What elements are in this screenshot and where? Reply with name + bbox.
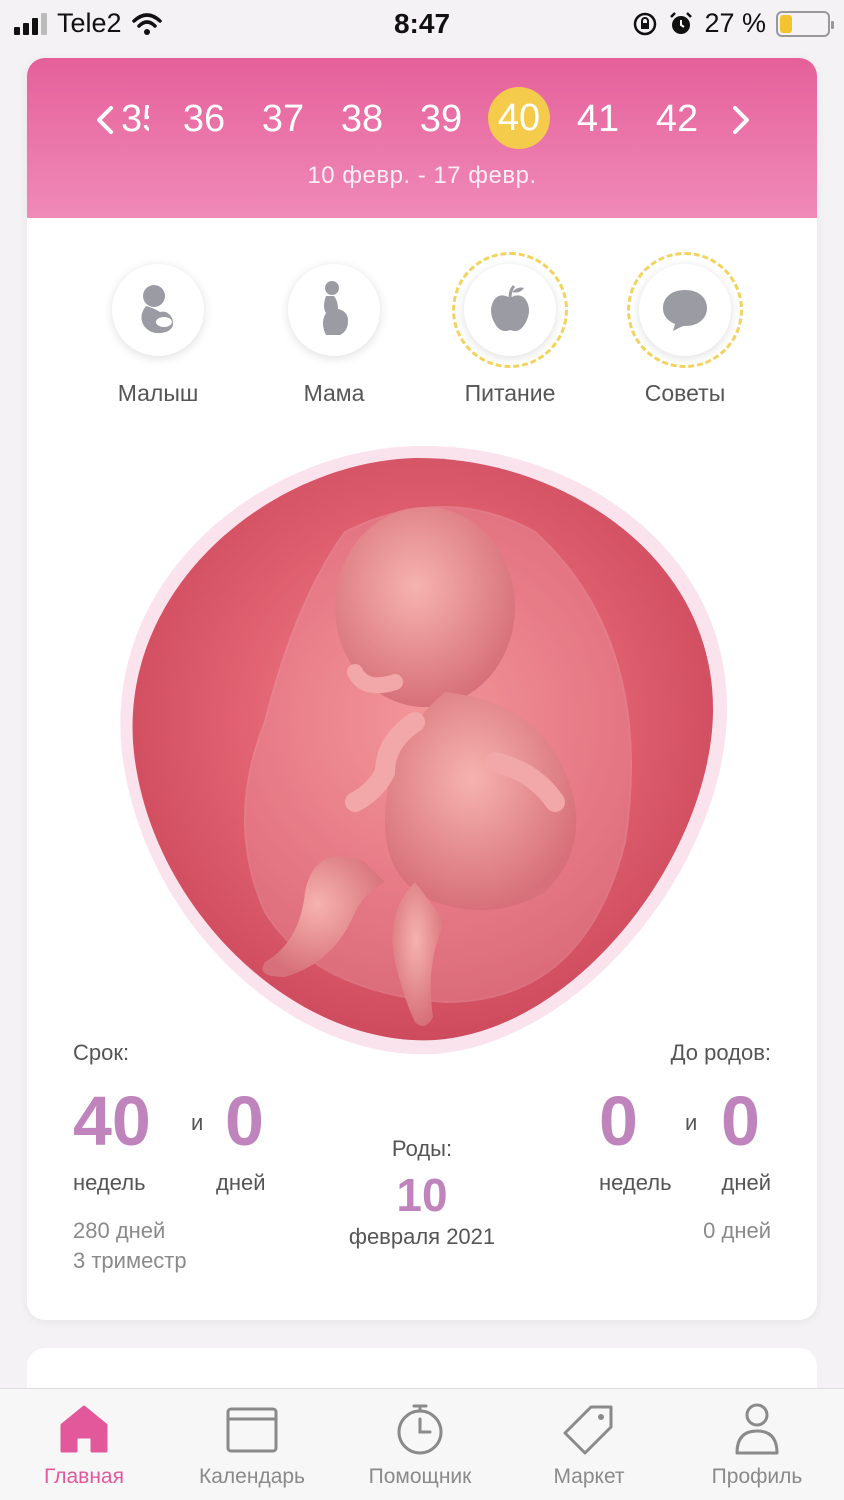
week-date-range: 10 февр. - 17 февр. [307, 162, 537, 189]
until-conjunction: и [685, 1110, 698, 1135]
timer-icon [397, 1404, 443, 1455]
fetus-illustration [120, 445, 728, 1055]
baby-icon [141, 285, 174, 334]
chat-bubble-icon [663, 290, 707, 331]
tab-assistant[interactable]: Помощник [336, 1401, 504, 1489]
tab-home-label: Главная [44, 1465, 124, 1488]
category-nutrition-label: Питание [464, 380, 556, 406]
category-baby[interactable]: Малыш [73, 264, 243, 407]
week-42[interactable]: 42 [638, 90, 716, 148]
category-tips-label: Советы [644, 380, 726, 406]
alarm-icon [670, 11, 693, 34]
person-icon [735, 1403, 779, 1455]
pregnant-woman-icon [323, 281, 348, 335]
week-35[interactable]: 35 [121, 90, 149, 148]
apple-icon [491, 284, 529, 331]
category-tips-circle [627, 252, 743, 368]
category-mom[interactable]: Мама [249, 264, 419, 407]
birth-month-year: февраля 2021 [348, 1224, 496, 1249]
week-38[interactable]: 38 [323, 90, 401, 148]
chevron-left-icon[interactable] [91, 100, 121, 140]
category-tips[interactable]: Советы [600, 252, 770, 407]
calendar-icon [226, 1407, 278, 1453]
week-header: 35 36 37 38 39 40 41 42 10 февр. - 17 фе… [27, 58, 817, 218]
tab-market[interactable]: Маркет [505, 1401, 673, 1489]
tab-profile[interactable]: Профиль [673, 1401, 841, 1489]
until-days-unit: дней [721, 1170, 771, 1195]
term-conjunction: и [191, 1110, 204, 1135]
term-trimester: 3 триместр [73, 1248, 187, 1273]
category-row: Малыш Мама Питание Советы [27, 252, 817, 414]
week-selector: 35 36 37 38 39 40 41 42 [27, 87, 817, 149]
chevron-right-icon[interactable] [725, 100, 755, 140]
category-mom-label: Мама [303, 380, 365, 406]
status-bar: Tele2 8:47 27 % [0, 0, 844, 50]
battery-icon [776, 10, 834, 37]
until-days-value: 0 [721, 1082, 760, 1160]
tab-calendar[interactable]: Календарь [168, 1401, 336, 1489]
tag-icon [563, 1405, 613, 1455]
tab-profile-label: Профиль [711, 1465, 803, 1488]
category-mom-circle [288, 264, 380, 356]
home-icon [60, 1405, 108, 1453]
tab-assistant-label: Помощник [368, 1465, 472, 1488]
tab-home[interactable]: Главная [0, 1401, 168, 1489]
week-36[interactable]: 36 [165, 90, 243, 148]
battery-percent: 27 % [704, 8, 766, 38]
rotation-lock-icon [634, 12, 657, 35]
category-baby-circle [112, 264, 204, 356]
tab-calendar-label: Календарь [199, 1465, 305, 1488]
until-weeks-value: 0 [599, 1082, 638, 1160]
week-41[interactable]: 41 [559, 90, 637, 148]
category-nutrition[interactable]: Питание [425, 252, 595, 407]
pregnancy-stats: Срок: 40 и 0 недель дней 280 дней 3 трим… [27, 1038, 817, 1298]
until-total-days: 0 дней [703, 1218, 771, 1243]
tab-market-label: Маркет [553, 1465, 625, 1488]
until-weeks-unit: недель [599, 1170, 672, 1195]
birth-day: 10 [396, 1169, 448, 1221]
tab-bar: Главная Календарь Помощник Маркет Профил… [0, 1388, 844, 1500]
week-37[interactable]: 37 [244, 90, 322, 148]
until-label: До родов: [670, 1040, 771, 1065]
week-39[interactable]: 39 [402, 90, 480, 148]
category-baby-label: Малыш [117, 380, 199, 406]
pregnancy-week-card: 35 36 37 38 39 40 41 42 10 февр. - 17 фе… [27, 58, 817, 1320]
term-label: Срок: [73, 1040, 130, 1065]
birth-label: Роды: [391, 1136, 453, 1161]
week-40-selected[interactable]: 40 [488, 87, 550, 149]
category-nutrition-circle [452, 252, 568, 368]
